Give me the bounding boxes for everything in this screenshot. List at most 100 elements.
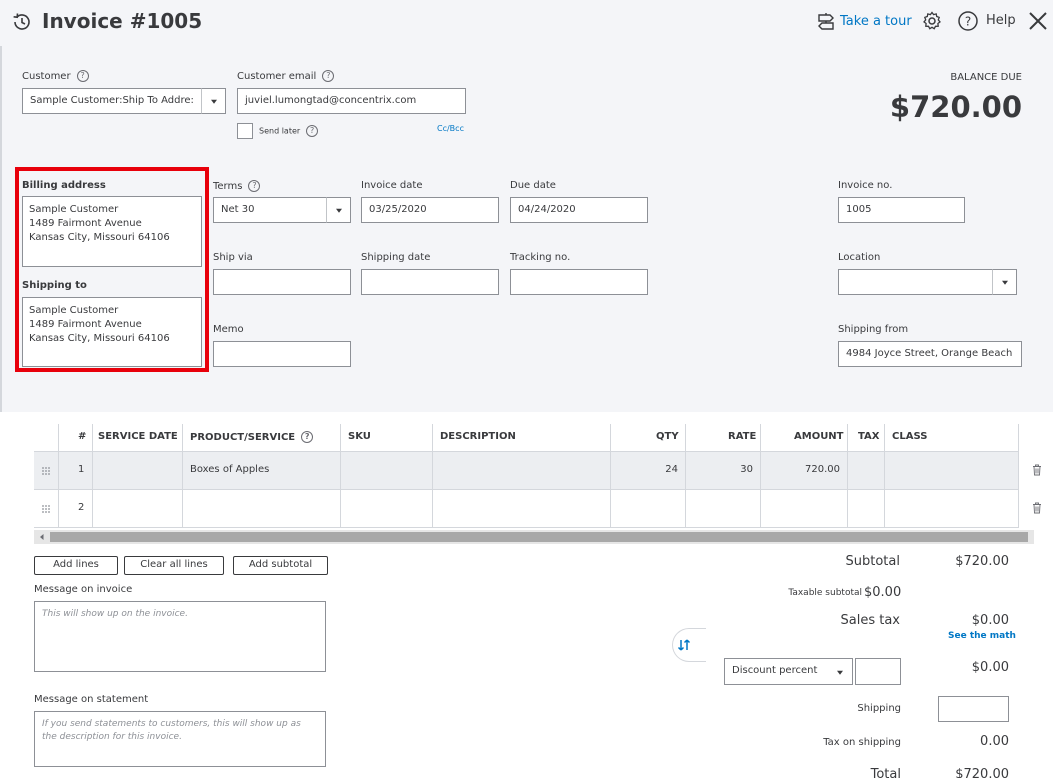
- discount-value: $0.00: [971, 660, 1009, 675]
- balance-due-label: BALANCE DUE: [950, 72, 1022, 83]
- row-qty[interactable]: 24: [610, 464, 678, 475]
- location-dropdown-button[interactable]: [992, 269, 1017, 295]
- customer-dropdown-button[interactable]: [201, 88, 226, 114]
- row-rate[interactable]: 30: [685, 464, 753, 475]
- message-statement-label: Message on statement: [34, 694, 149, 705]
- gear-icon[interactable]: [921, 10, 943, 32]
- due-date-label: Due date: [510, 180, 556, 191]
- memo-input[interactable]: [213, 341, 351, 367]
- discount-input[interactable]: [855, 658, 901, 685]
- col-product: PRODUCT/SERVICE?: [190, 431, 314, 443]
- scroll-left-icon[interactable]: [38, 533, 46, 541]
- chevron-down-icon: [1001, 280, 1008, 285]
- svg-text:?: ?: [965, 15, 971, 29]
- help-link[interactable]: Help: [986, 13, 1016, 28]
- ship-via-label: Ship via: [213, 252, 253, 263]
- trash-icon[interactable]: [1032, 464, 1042, 476]
- row-number: 2: [78, 502, 85, 513]
- terms-dropdown-button[interactable]: [326, 197, 351, 223]
- highlight-annotation: [15, 167, 209, 372]
- page-title: Invoice #1005: [42, 9, 203, 33]
- message-invoice-label: Message on invoice: [34, 584, 133, 595]
- line-items-header: # SERVICE DATE PRODUCT/SERVICE? SKU DESC…: [34, 424, 1019, 452]
- customer-label: Customer?: [22, 70, 89, 82]
- discount-dropdown-button[interactable]: [827, 658, 853, 685]
- due-date-input[interactable]: 04/24/2020: [510, 197, 648, 223]
- sales-tax-value: $0.00: [971, 613, 1009, 628]
- close-icon[interactable]: [1027, 10, 1049, 32]
- help-icon[interactable]: ?: [957, 10, 979, 32]
- send-later-label: Send later?: [259, 125, 319, 137]
- location-label: Location: [838, 252, 881, 263]
- location-select[interactable]: [838, 269, 993, 295]
- chevron-down-icon: [836, 670, 843, 675]
- ship-via-input[interactable]: [213, 269, 351, 295]
- terms-select[interactable]: Net 30: [213, 197, 327, 223]
- col-description: DESCRIPTION: [440, 431, 516, 442]
- add-subtotal-button[interactable]: Add subtotal: [233, 556, 328, 575]
- row-product[interactable]: Boxes of Apples: [190, 464, 269, 475]
- help-circle-icon[interactable]: ?: [76, 70, 89, 82]
- col-tax: TAX: [858, 431, 880, 442]
- customer-email-label: Customer email?: [237, 70, 335, 82]
- shipping-from-input[interactable]: 4984 Joyce Street, Orange Beach: [838, 341, 1022, 367]
- col-sku: SKU: [348, 431, 371, 442]
- balance-due-amount: $720.00: [889, 90, 1022, 124]
- table-row[interactable]: 2: [34, 490, 1019, 528]
- shipping-date-label: Shipping date: [361, 252, 431, 263]
- subtotal-label: Subtotal: [845, 554, 900, 569]
- row-amount[interactable]: 720.00: [760, 464, 840, 475]
- shipping-date-input[interactable]: [361, 269, 499, 295]
- col-service-date: SERVICE DATE: [98, 431, 178, 442]
- drag-handle-icon[interactable]: [41, 466, 51, 476]
- table-row[interactable]: 1 Boxes of Apples 24 30 720.00: [34, 452, 1019, 490]
- chevron-down-icon: [210, 99, 217, 104]
- scrollbar-thumb[interactable]: [50, 532, 1028, 542]
- tracking-no-input[interactable]: [510, 269, 648, 295]
- customer-email-input[interactable]: juviel.lumongtad@concentrix.com: [237, 88, 466, 114]
- help-circle-icon[interactable]: ?: [322, 70, 335, 82]
- col-rate: RATE: [728, 431, 757, 442]
- subtotal-value: $720.00: [955, 554, 1009, 569]
- total-label: Total: [870, 767, 901, 778]
- discount-type-select[interactable]: Discount percent: [724, 658, 828, 685]
- memo-label: Memo: [213, 324, 244, 335]
- col-class: CLASS: [892, 431, 928, 442]
- customer-select[interactable]: Sample Customer:Ship To Addre:: [22, 88, 202, 114]
- invoice-no-label: Invoice no.: [838, 180, 893, 191]
- swap-icon: [677, 639, 691, 651]
- col-qty: QTY: [656, 431, 679, 442]
- help-circle-icon[interactable]: ?: [248, 180, 261, 192]
- invoice-date-label: Invoice date: [361, 180, 423, 191]
- message-statement-input[interactable]: If you send statements to customers, thi…: [34, 711, 326, 767]
- message-invoice-input[interactable]: This will show up on the invoice.: [34, 601, 326, 672]
- help-circle-icon[interactable]: ?: [301, 431, 314, 443]
- see-the-math-link[interactable]: See the math: [948, 631, 1016, 641]
- history-icon[interactable]: [10, 10, 34, 34]
- drag-handle-icon[interactable]: [41, 504, 51, 514]
- invoice-date-input[interactable]: 03/25/2020: [361, 197, 499, 223]
- cc-bcc-link[interactable]: Cc/Bcc: [437, 124, 464, 133]
- send-later-checkbox[interactable]: [237, 123, 253, 139]
- taxable-subtotal-value: $0.00: [864, 585, 902, 600]
- help-circle-icon[interactable]: ?: [306, 125, 319, 137]
- tracking-no-label: Tracking no.: [510, 252, 571, 263]
- swap-tab[interactable]: [672, 628, 706, 662]
- total-value: $720.00: [955, 767, 1009, 778]
- tax-on-shipping-label: Tax on shipping: [823, 737, 901, 748]
- signpost-icon[interactable]: [815, 11, 837, 33]
- row-number: 1: [78, 464, 85, 475]
- clear-all-lines-button[interactable]: Clear all lines: [124, 556, 224, 575]
- shipping-amount-input[interactable]: [938, 696, 1009, 722]
- chevron-down-icon: [335, 208, 342, 213]
- shipping-from-label: Shipping from: [838, 324, 909, 335]
- invoice-no-input[interactable]: 1005: [838, 197, 965, 223]
- shipping-label: Shipping: [857, 703, 901, 714]
- taxable-subtotal-label: Taxable subtotal: [788, 588, 862, 598]
- add-lines-button[interactable]: Add lines: [34, 556, 118, 575]
- tax-on-shipping-value: 0.00: [980, 734, 1009, 749]
- col-num: #: [78, 431, 87, 442]
- terms-label: Terms?: [213, 180, 261, 192]
- trash-icon[interactable]: [1032, 502, 1042, 514]
- take-tour-link[interactable]: Take a tour: [840, 14, 912, 29]
